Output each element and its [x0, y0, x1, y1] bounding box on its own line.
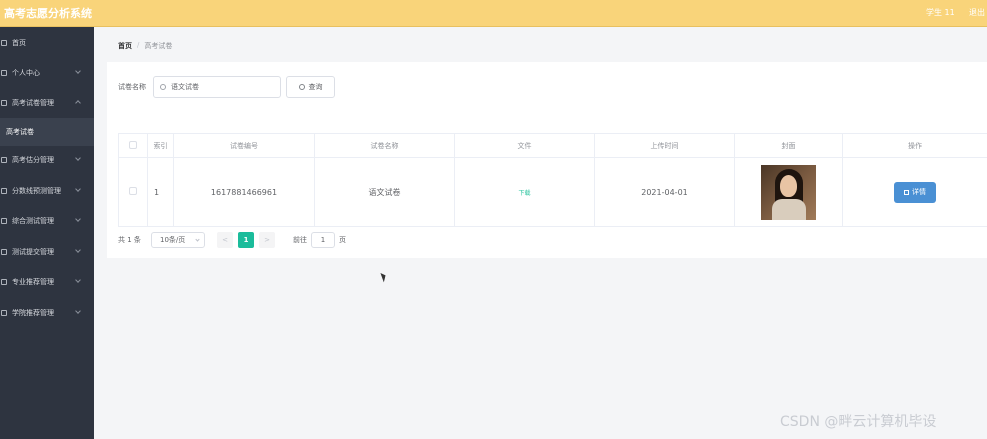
sidebar-item-score-line-prediction[interactable]: 分数线预测管理	[0, 176, 94, 206]
next-page-button[interactable]: >	[259, 232, 275, 248]
cell-index: 1	[147, 157, 174, 227]
major-icon	[1, 279, 7, 285]
home-icon	[1, 40, 7, 46]
search-input-wrapper[interactable]	[153, 76, 281, 98]
search-icon	[160, 84, 166, 90]
sidebar-item-label: 学院推荐管理	[12, 309, 54, 317]
exam-paper-table: 索引 试卷编号 试卷名称 文件 上传时间 封面 操作 1 16178814669…	[118, 133, 987, 227]
prev-page-button[interactable]: <	[217, 232, 233, 248]
chevron-down-icon	[75, 308, 81, 314]
sidebar-item-label: 分数线预测管理	[12, 187, 61, 195]
breadcrumb: 首页 / 高考试卷	[118, 41, 172, 51]
pagination: 共 1 条 10条/页 < 1 > 前往 1 页	[118, 232, 346, 248]
column-header-index: 索引	[147, 133, 174, 158]
page-unit-label: 页	[339, 236, 346, 244]
chevron-down-icon	[75, 186, 81, 192]
chevron-up-icon	[75, 100, 81, 106]
sidebar-item-exam-paper-management[interactable]: 高考试卷管理	[0, 88, 94, 118]
row-checkbox[interactable]	[129, 187, 137, 195]
chevron-down-icon	[75, 277, 81, 283]
list-icon	[1, 157, 7, 163]
app-title: 高考志愿分析系统	[4, 7, 92, 20]
query-button[interactable]: 查询	[286, 76, 335, 98]
chart-icon	[1, 188, 7, 194]
sidebar-item-personal-center[interactable]: 个人中心	[0, 58, 94, 88]
page-size-select[interactable]: 10条/页	[151, 232, 205, 248]
current-user[interactable]: 学生 11	[926, 7, 955, 18]
cell-paper-no: 1617881466961	[173, 157, 315, 227]
sidebar-item-label: 首页	[12, 39, 26, 47]
pagination-total: 共 1 条	[118, 236, 141, 244]
column-header-upload-time: 上传时间	[594, 133, 735, 158]
sidebar-item-home[interactable]: 首页	[0, 28, 94, 58]
goto-page-input[interactable]: 1	[311, 232, 335, 248]
download-link[interactable]: 下载	[518, 190, 530, 197]
chevron-down-icon	[75, 155, 81, 161]
sidebar-item-label: 测试提交管理	[12, 248, 54, 256]
college-icon	[1, 310, 7, 316]
watermark: CSDN @畔云计算机毕设	[780, 414, 937, 430]
chevron-down-icon	[75, 68, 81, 74]
column-header-action: 操作	[842, 133, 987, 158]
column-header-paper-no: 试卷编号	[173, 133, 315, 158]
top-bar: 高考志愿分析系统 学生 11 退出	[0, 0, 987, 27]
goto-label: 前往	[293, 236, 307, 244]
sidebar-item-score-estimate-management[interactable]: 高考估分管理	[0, 145, 94, 175]
search-label: 试卷名称	[118, 83, 146, 91]
cell-paper-name: 语文试卷	[314, 157, 455, 227]
sidebar-item-comprehensive-test[interactable]: 综合测试管理	[0, 206, 94, 236]
sidebar-item-label: 高考估分管理	[12, 156, 54, 164]
user-icon	[1, 70, 7, 76]
cell-file: 下载	[454, 157, 595, 227]
chevron-down-icon	[75, 216, 81, 222]
breadcrumb-separator: /	[137, 41, 140, 49]
upload-icon	[1, 249, 7, 255]
query-button-label: 查询	[308, 83, 323, 91]
cover-image	[761, 164, 816, 220]
column-header-cover: 封面	[734, 133, 843, 158]
detail-icon	[904, 189, 909, 195]
content-card: 试卷名称 查询 索引 试卷编号 试卷名称 文件 上传时间 封面 操作	[107, 62, 987, 258]
cell-action: 详情	[842, 157, 987, 227]
mouse-cursor	[380, 271, 388, 283]
detail-button[interactable]: 详情	[894, 181, 936, 203]
breadcrumb-current: 高考试卷	[144, 42, 173, 50]
table-row: 1 1617881466961 语文试卷 下载 2021-04-01 详情	[118, 157, 987, 227]
page-size-value: 10条/页	[160, 236, 186, 244]
table-header-row: 索引 试卷编号 试卷名称 文件 上传时间 封面 操作	[118, 133, 987, 158]
sidebar-item-label: 高考试卷管理	[12, 99, 54, 107]
sidebar-item-label: 综合测试管理	[12, 217, 54, 225]
chevron-down-icon	[195, 237, 200, 242]
page-number-button[interactable]: 1	[238, 232, 254, 248]
paper-icon	[1, 100, 7, 106]
row-select-cell[interactable]	[118, 157, 148, 227]
search-input[interactable]	[171, 83, 271, 91]
sidebar-subitem-exam-paper[interactable]: 高考试卷	[0, 118, 94, 146]
select-all-checkbox[interactable]	[129, 140, 137, 149]
logout-link[interactable]: 退出	[969, 7, 985, 18]
select-all-header[interactable]	[118, 133, 148, 158]
column-header-file: 文件	[454, 133, 595, 158]
chevron-down-icon	[75, 247, 81, 253]
sidebar-item-major-recommendation[interactable]: 专业推荐管理	[0, 267, 94, 297]
detail-button-label: 详情	[912, 188, 926, 196]
search-icon	[298, 84, 305, 90]
breadcrumb-home[interactable]: 首页	[118, 41, 132, 51]
cell-cover	[734, 157, 843, 227]
sidebar-item-label: 个人中心	[12, 69, 40, 77]
cell-upload-time: 2021-04-01	[594, 157, 735, 227]
sidebar-item-college-recommendation[interactable]: 学院推荐管理	[0, 298, 94, 328]
column-header-paper-name: 试卷名称	[314, 133, 455, 158]
sidebar-item-label: 专业推荐管理	[12, 278, 54, 286]
test-icon	[1, 218, 7, 224]
sidebar-item-test-submission[interactable]: 测试提交管理	[0, 237, 94, 267]
sidebar: 首页 个人中心 高考试卷管理 高考试卷 高考估分管理 分数线预测管理 综合测试管…	[0, 27, 94, 439]
